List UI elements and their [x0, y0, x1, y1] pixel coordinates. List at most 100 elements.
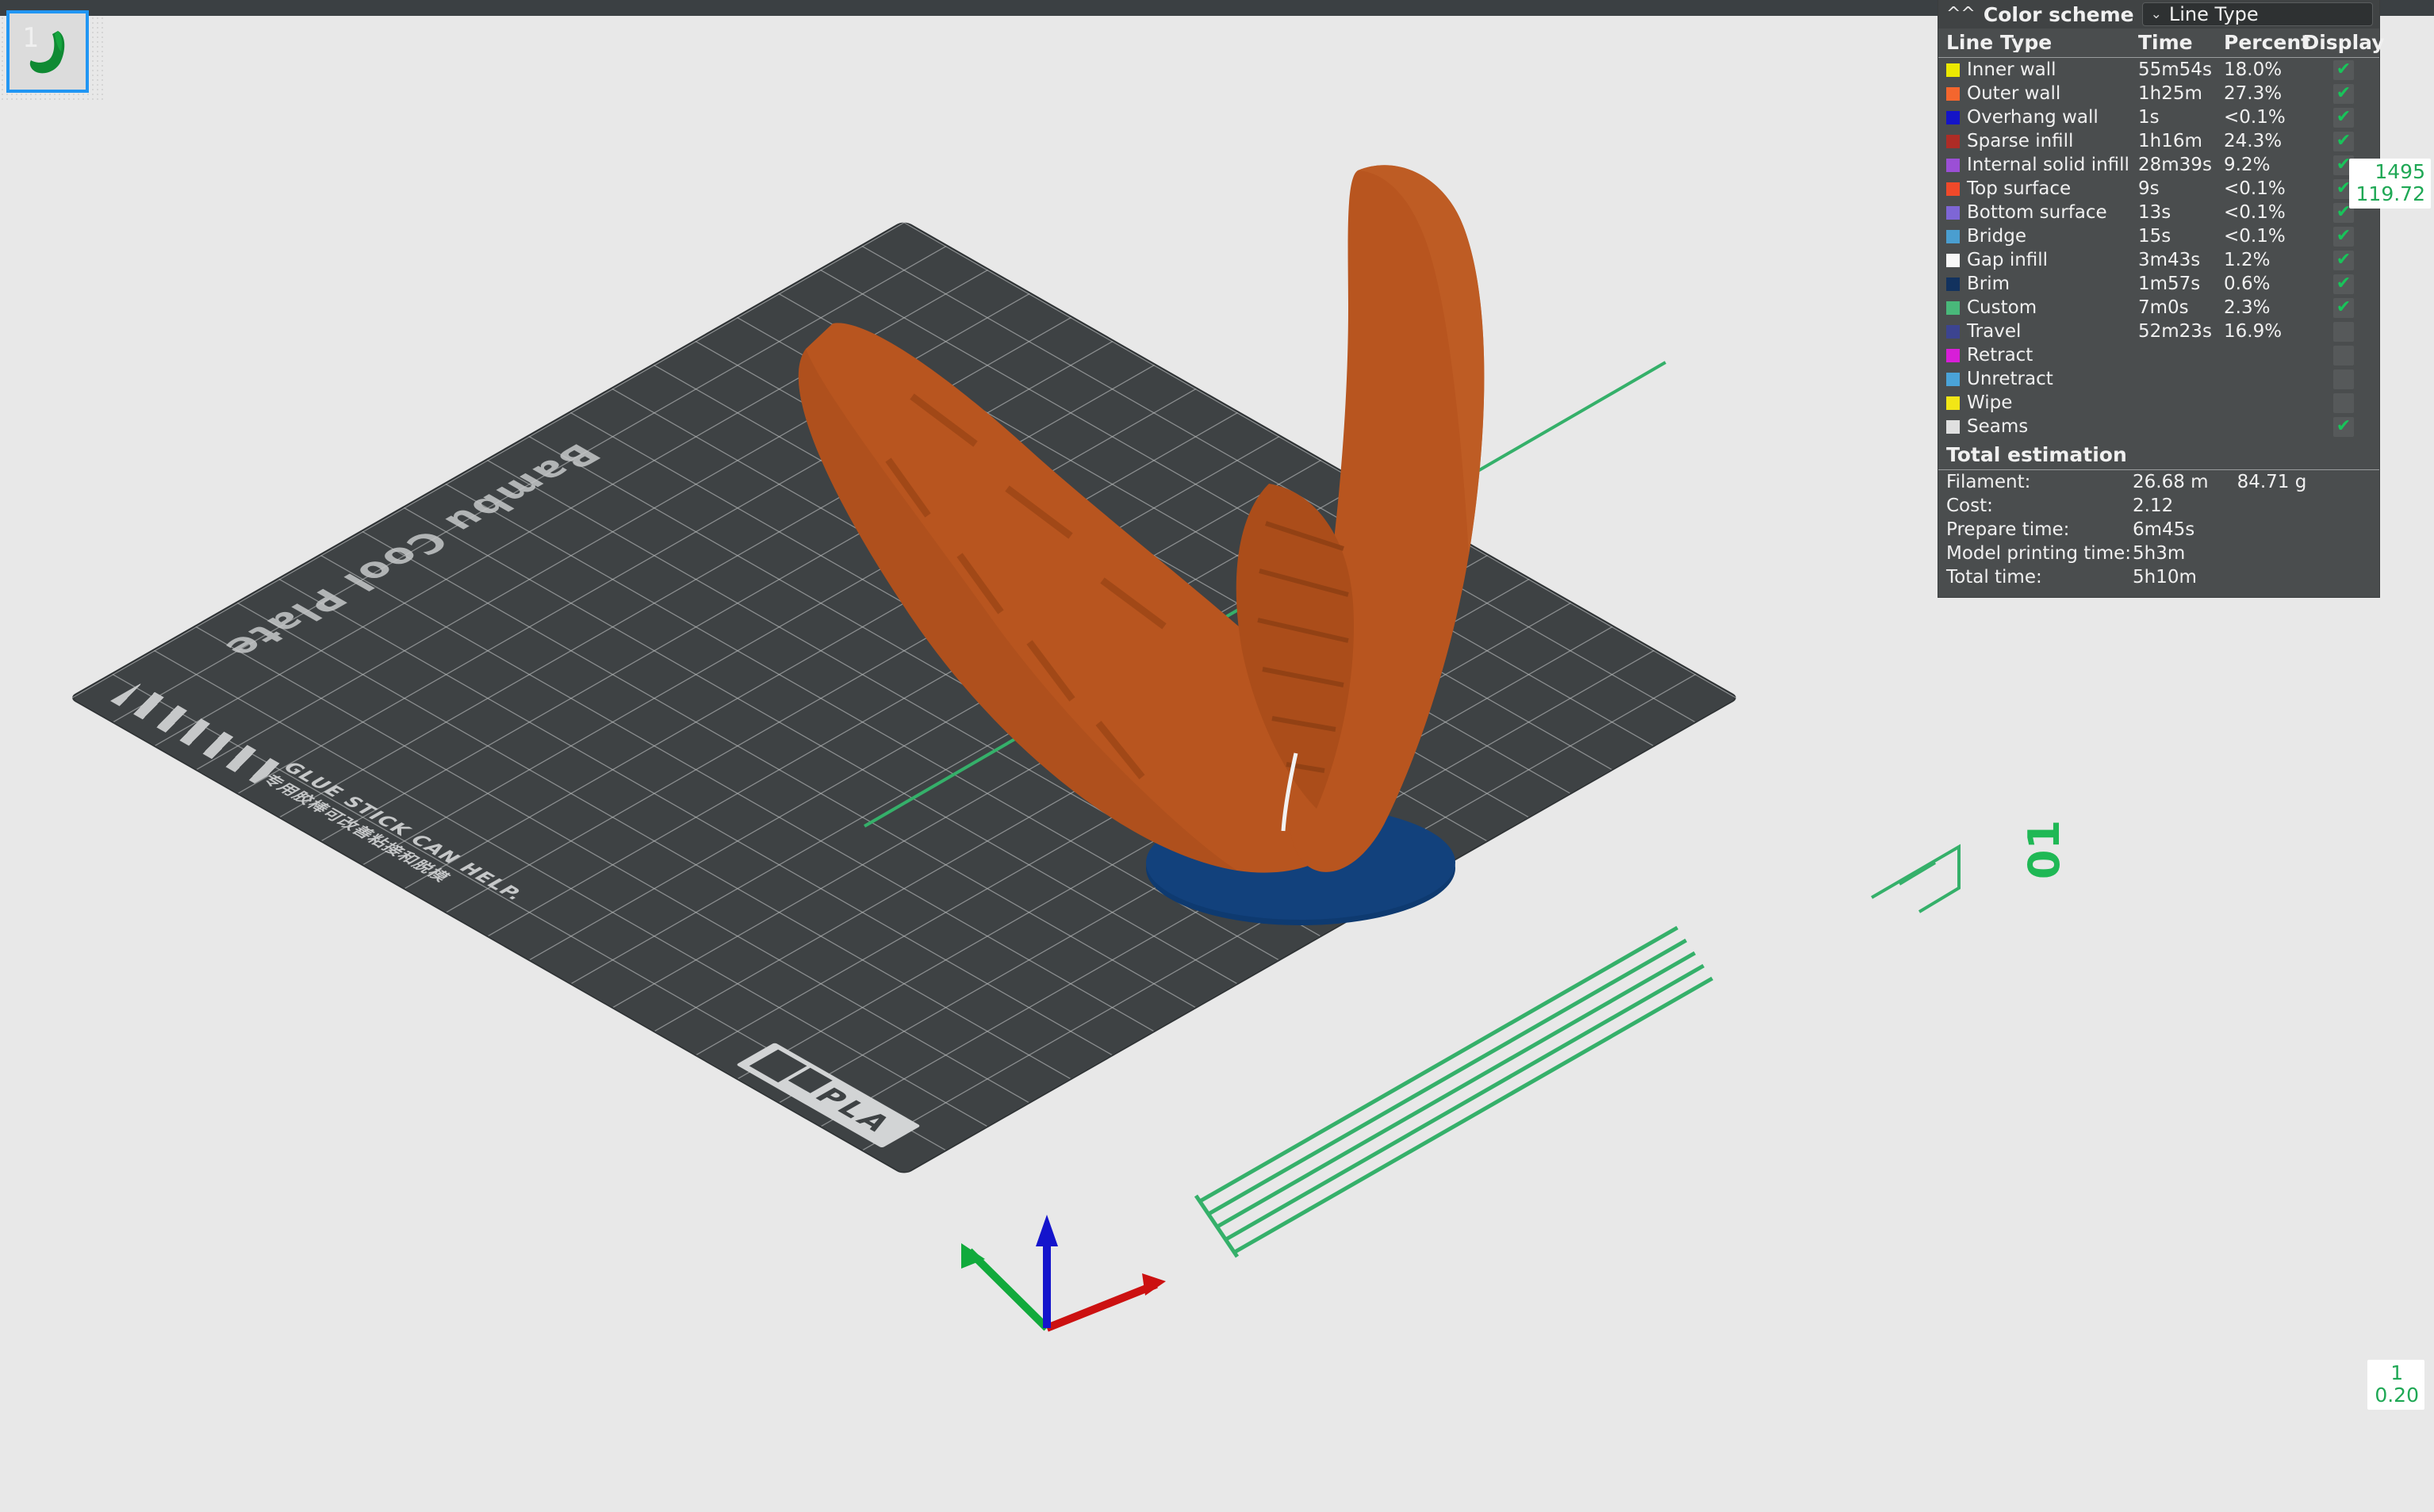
total-filament-label: Filament:	[1946, 473, 2133, 492]
display-checkbox[interactable]: ✔	[2333, 322, 2354, 342]
legend-row[interactable]: Unretract ✔	[1938, 367, 2379, 391]
plate-material-label: PLA	[807, 1083, 902, 1137]
legend-row-time: 3m43s	[2138, 251, 2224, 270]
legend-color-swatch	[1946, 87, 1960, 101]
display-checkbox[interactable]: ✔	[2333, 251, 2354, 270]
color-scheme-dropdown[interactable]: ⌄ Line Type	[2142, 2, 2373, 26]
legend-row-display[interactable]: ✔	[2319, 274, 2368, 294]
legend-row-time: 9s	[2138, 180, 2224, 198]
legend-row-time: 1h25m	[2138, 85, 2224, 103]
display-checkbox[interactable]: ✔	[2333, 417, 2354, 437]
legend-row[interactable]: Sparse infill1h16m24.3% ✔	[1938, 129, 2379, 153]
color-scheme-value: Line Type	[2169, 5, 2259, 24]
layer-slider-top-layer: 1495	[2356, 161, 2425, 183]
legend-row[interactable]: Overhang wall1s<0.1%✔	[1938, 105, 2379, 129]
build-plate-surface: Bambu Cool Plate GLUE STICK CAN HELP. 专用…	[71, 222, 1737, 1173]
legend-row-name: Gap infill	[1946, 251, 2138, 270]
display-checkbox[interactable]: ✔	[2333, 369, 2354, 389]
legend-row-name: Outer wall	[1946, 85, 2138, 103]
legend-row-name: Bottom surface	[1946, 204, 2138, 222]
plate-number-label: 01	[2019, 820, 2069, 879]
build-plate[interactable]: Bambu Cool Plate GLUE STICK CAN HELP. 专用…	[508, 428, 2062, 1269]
display-checkbox[interactable]: ✔	[2333, 84, 2354, 104]
legend-row-display[interactable]: ✔	[2319, 84, 2368, 104]
legend-row[interactable]: Wipe✔	[1938, 391, 2379, 415]
legend-row-label: Seams	[1967, 418, 2028, 436]
layer-slider-top-label[interactable]: 1495 119.72	[2349, 159, 2431, 209]
chevron-up-icon[interactable]: ^^	[1946, 6, 1976, 23]
display-checkbox[interactable]: ✔	[2333, 108, 2354, 128]
display-checkbox[interactable]: ✔	[2333, 274, 2354, 294]
legend-color-swatch	[1946, 135, 1960, 148]
legend-row-label: Retract	[1967, 346, 2033, 365]
legend-row[interactable]: Retract ✔	[1938, 343, 2379, 367]
display-checkbox[interactable]: ✔	[2333, 393, 2354, 413]
legend-row-time: 1h16m	[2138, 132, 2224, 151]
column-header-time: Time	[2138, 33, 2224, 52]
display-checkbox[interactable]: ✔	[2333, 346, 2354, 366]
legend-row-name: Overhang wall	[1946, 109, 2138, 127]
legend-row[interactable]: Bottom surface13s<0.1%✔	[1938, 201, 2379, 224]
legend-row-display[interactable]: ✔	[2319, 393, 2368, 413]
legend-row-display[interactable]: ✔	[2319, 60, 2368, 80]
total-filament-row: Filament: 26.68 m 84.71 g	[1938, 470, 2379, 494]
display-checkbox[interactable]: ✔	[2333, 227, 2354, 247]
legend-color-swatch	[1946, 420, 1960, 434]
display-checkbox[interactable]: ✔	[2333, 60, 2354, 80]
legend-row-display[interactable]: ✔	[2319, 132, 2368, 151]
legend-row[interactable]: Seams ✔	[1938, 415, 2379, 438]
legend-row-percent: <0.1%	[2224, 180, 2319, 198]
legend-row-name: Sparse infill	[1946, 132, 2138, 151]
legend-row-display[interactable]: ✔	[2319, 369, 2368, 389]
display-checkbox[interactable]: ✔	[2333, 132, 2354, 151]
total-cost-value: 2.12	[2133, 497, 2173, 515]
legend-row-display[interactable]: ✔	[2319, 346, 2368, 366]
total-estimation-title: Total estimation	[1938, 438, 2379, 470]
legend-row-display[interactable]: ✔	[2319, 298, 2368, 318]
legend-row-display[interactable]: ✔	[2319, 227, 2368, 247]
color-scheme-legend-panel[interactable]: ^^ Color scheme ⌄ Line Type Line Type Ti…	[1938, 0, 2379, 597]
legend-row[interactable]: Brim1m57s0.6%✔	[1938, 272, 2379, 296]
legend-row[interactable]: Travel52m23s16.9%✔	[1938, 320, 2379, 343]
legend-color-swatch	[1946, 206, 1960, 220]
legend-color-swatch	[1946, 278, 1960, 291]
legend-row-display[interactable]: ✔	[2319, 322, 2368, 342]
legend-row-name: Seams	[1946, 418, 2138, 436]
legend-row[interactable]: Inner wall55m54s18.0%✔	[1938, 58, 2379, 82]
legend-row-time: 13s	[2138, 204, 2224, 222]
legend-color-swatch	[1946, 63, 1960, 77]
legend-color-swatch	[1946, 396, 1960, 410]
legend-row-time: 15s	[2138, 228, 2224, 246]
legend-row-display[interactable]: ✔	[2319, 417, 2368, 437]
legend-rows: Inner wall55m54s18.0%✔Outer wall1h25m27.…	[1938, 58, 2379, 438]
legend-row-percent: 24.3%	[2224, 132, 2319, 151]
total-model-row: Model printing time: 5h3m	[1938, 542, 2379, 565]
legend-row[interactable]: Top surface9s<0.1%✔	[1938, 177, 2379, 201]
legend-row[interactable]: Internal solid infill28m39s9.2%✔	[1938, 153, 2379, 177]
total-filament-weight: 84.71 g	[2237, 473, 2307, 492]
legend-row-label: Travel	[1967, 323, 2021, 341]
legend-row-label: Outer wall	[1967, 85, 2060, 103]
legend-column-headers: Line Type Time Percent Display	[1938, 29, 2379, 58]
legend-row-name: Brim	[1946, 275, 2138, 293]
total-model-label: Model printing time:	[1946, 545, 2133, 563]
layer-slider-bottom-label[interactable]: 1 0.20	[2367, 1360, 2424, 1410]
legend-row[interactable]: Custom 7m0s2.3% ✔	[1938, 296, 2379, 320]
legend-row-label: Inner wall	[1967, 61, 2056, 79]
legend-footer-spacer	[1938, 589, 2379, 597]
display-checkbox[interactable]: ✔	[2333, 298, 2354, 318]
legend-row-percent: 2.3%	[2224, 299, 2319, 317]
legend-row[interactable]: Outer wall1h25m27.3%✔	[1938, 82, 2379, 105]
legend-row-display[interactable]: ✔	[2319, 108, 2368, 128]
total-filament-length: 26.68 m	[2133, 473, 2209, 492]
legend-row-label: Unretract	[1967, 370, 2053, 389]
legend-row-time: 7m0s	[2138, 299, 2224, 317]
legend-row-label: Bottom surface	[1967, 204, 2107, 222]
legend-row-display[interactable]: ✔	[2319, 251, 2368, 270]
total-prepare-value: 6m45s	[2133, 521, 2194, 539]
legend-row[interactable]: Bridge15s<0.1%✔	[1938, 224, 2379, 248]
legend-row[interactable]: Gap infill3m43s1.2%✔	[1938, 248, 2379, 272]
legend-row-time: 1s	[2138, 109, 2224, 127]
legend-row-label: Custom	[1967, 299, 2037, 317]
legend-header[interactable]: ^^ Color scheme ⌄ Line Type	[1938, 0, 2379, 29]
